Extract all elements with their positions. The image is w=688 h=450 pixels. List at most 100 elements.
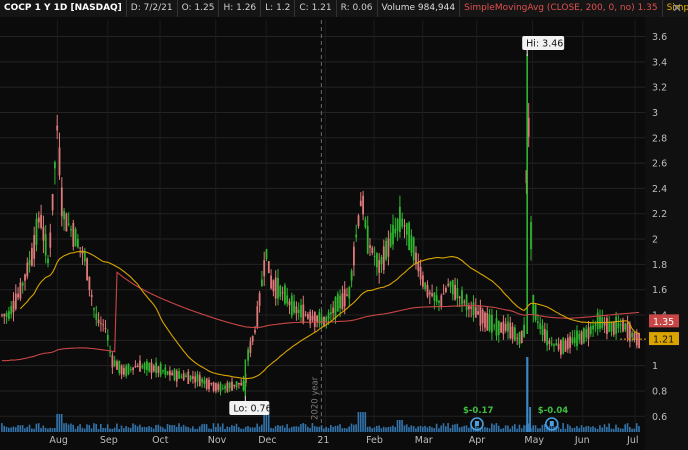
candle-body (583, 328, 585, 343)
candle-body (389, 232, 392, 247)
volume-bar (162, 427, 164, 432)
volume-bar (129, 427, 132, 432)
candle-body (297, 309, 300, 313)
candle-body (224, 385, 226, 389)
candle-body (555, 343, 558, 346)
volume-bar (286, 424, 288, 432)
volume-bar (520, 428, 523, 432)
volume-bar (316, 426, 318, 432)
candle-body (33, 235, 36, 259)
volume-bar (566, 424, 569, 432)
candle-body (109, 351, 111, 353)
candle-body (403, 225, 406, 227)
volume-bar (293, 426, 295, 432)
candle-body (129, 368, 132, 370)
volume-bar (104, 427, 107, 432)
candle-body (422, 275, 424, 287)
volume-bar (451, 424, 454, 432)
volume-bar (194, 428, 196, 432)
volume-bar (139, 424, 141, 432)
year-marker-label: 2020 year (310, 376, 320, 420)
volume-bar (219, 426, 222, 432)
candle-body (311, 315, 314, 321)
candle-body (348, 287, 351, 299)
volume-bar (116, 423, 118, 432)
candle-body (534, 305, 537, 321)
candle-body (219, 383, 222, 392)
volume-bar (341, 428, 344, 432)
candle-body (146, 361, 148, 370)
candle-body (175, 370, 178, 382)
candle-body (323, 316, 325, 327)
volume-bar (325, 426, 327, 432)
volume-bar (560, 428, 562, 432)
volume-bar (445, 426, 447, 432)
volume-bar (146, 427, 148, 432)
candle-body (56, 125, 59, 131)
candle-body (26, 262, 29, 277)
candle-body (302, 304, 305, 324)
volume-bar (320, 425, 323, 432)
volume-bar (311, 423, 314, 432)
candle-body (527, 117, 530, 137)
candle-body (396, 219, 399, 231)
volume-bar (417, 426, 419, 432)
volume-bar (279, 425, 281, 432)
volume-bar (387, 426, 390, 432)
volume-bar (192, 426, 194, 432)
candle-body (65, 213, 68, 232)
volume-bar (155, 424, 157, 432)
candle-body (247, 349, 249, 361)
volume-bar (313, 426, 316, 432)
candle-body (28, 259, 31, 266)
volume-bar (288, 428, 291, 432)
time-tick-label: 21 (317, 435, 329, 446)
candle-body (617, 322, 620, 329)
volume-bar (270, 427, 272, 432)
candle-body (194, 376, 197, 383)
candle-body (410, 235, 413, 253)
candle-body (35, 218, 38, 245)
candle-body (502, 321, 505, 335)
candle-body (3, 314, 6, 317)
candle-body (518, 332, 521, 345)
candle-body (67, 223, 70, 225)
candle-body (118, 360, 121, 374)
candle-body (355, 234, 358, 238)
volume-bar (362, 412, 364, 432)
volume-bar (428, 426, 431, 432)
candle-body (21, 282, 24, 286)
candle-body (585, 328, 588, 338)
candle-body (44, 234, 47, 256)
volume-bar (136, 426, 139, 432)
candle-body (125, 365, 128, 376)
candle-body (63, 211, 65, 220)
candle-body (134, 365, 137, 368)
volume-bar (63, 423, 65, 432)
candle-body (272, 280, 275, 292)
price-tick-label: 2.4 (652, 184, 667, 195)
volume-bar (629, 427, 631, 432)
volume-bar (389, 426, 392, 432)
price-chart[interactable]: 3.63.43.232.82.62.42.221.81.61.41.210.80… (0, 0, 688, 450)
volume-bar (77, 426, 79, 432)
volume-bar (514, 424, 516, 432)
volume-bar (488, 428, 491, 432)
candle-body (539, 323, 542, 329)
volume-bar (102, 427, 104, 432)
candle-body (451, 280, 454, 295)
candle-body (100, 323, 102, 325)
volume-bar (58, 414, 61, 432)
candle-body (102, 324, 105, 326)
volume-bar-spike (526, 357, 529, 432)
volume-bar (274, 426, 277, 432)
candle-body (235, 381, 238, 388)
candle-body (486, 313, 489, 331)
candle-body (557, 343, 560, 350)
candle-body (484, 312, 486, 328)
volume-bar (396, 420, 399, 432)
candle-body (350, 270, 353, 281)
candle-body (578, 333, 581, 340)
candle-body (205, 378, 208, 389)
candle-body (537, 321, 539, 323)
